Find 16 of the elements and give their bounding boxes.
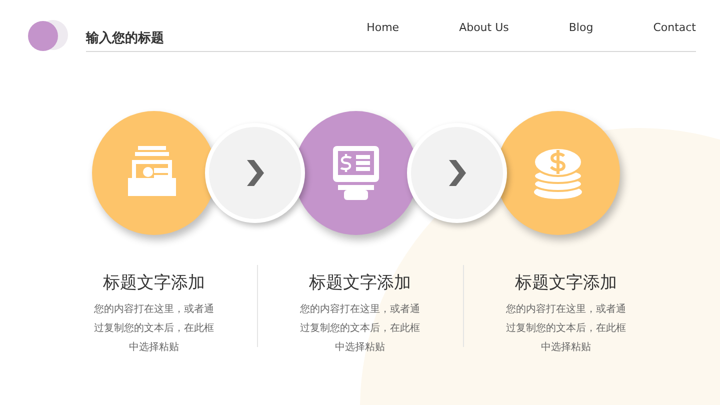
column-title: 标题文字添加: [515, 272, 617, 294]
kiosk-icon: [332, 145, 380, 201]
chevron-right-icon: [448, 160, 466, 186]
nav-link[interactable]: Contact: [653, 20, 696, 34]
logo-circles: [28, 18, 70, 52]
nav-link[interactable]: Home: [366, 20, 400, 34]
nav-link[interactable]: Blog: [568, 20, 594, 34]
column-text: 您的内容打在这里，或者通过复制您的文本后，在此框中选择粘贴: [93, 302, 215, 355]
nav-link[interactable]: About Us: [459, 20, 509, 34]
coin-stack-icon: [532, 146, 584, 200]
chevron-right-icon: [246, 160, 264, 186]
column-title: 标题文字添加: [309, 272, 411, 294]
column-title: 标题文字添加: [103, 272, 205, 294]
column-text: 您的内容打在这里，或者通过复制您的文本后，在此框中选择粘贴: [505, 302, 627, 355]
column-text: 您的内容打在这里，或者通过复制您的文本后，在此框中选择粘贴: [299, 302, 421, 355]
page-title: 输入您的标题: [86, 30, 164, 46]
